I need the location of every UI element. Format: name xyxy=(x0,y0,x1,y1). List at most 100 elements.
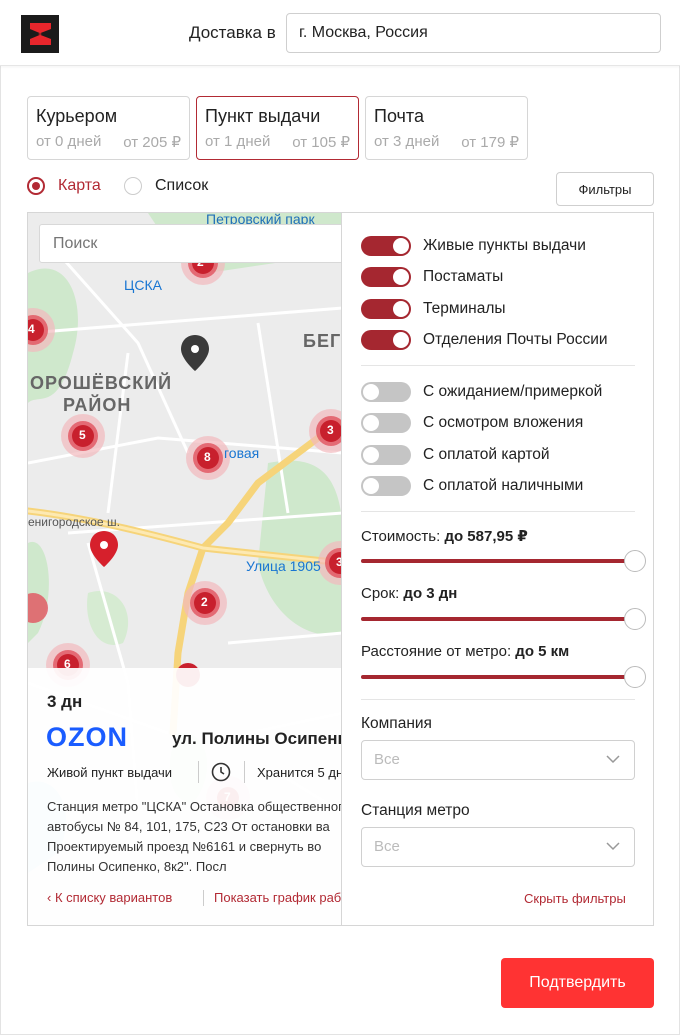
brand-logo[interactable] xyxy=(21,15,59,53)
delivery-option-days: от 3 дней xyxy=(374,133,440,150)
toggle-switch[interactable] xyxy=(361,413,411,433)
cost-slider-handle[interactable] xyxy=(624,550,646,572)
metro-distance-value: до 5 км xyxy=(515,643,570,660)
toggle-label: Отделения Почты России xyxy=(423,331,608,348)
cluster-count[interactable]: 4 xyxy=(28,322,35,336)
metro-station-select[interactable]: Все xyxy=(361,827,635,867)
cluster-count[interactable]: 3 xyxy=(327,423,334,437)
filters-button[interactable]: Фильтры xyxy=(556,172,654,206)
chevron-down-icon xyxy=(606,842,620,851)
logo-s-icon xyxy=(30,23,51,45)
svg-text:OZON: OZON xyxy=(46,724,128,750)
map-district-right: БЕГ xyxy=(303,331,342,351)
divider xyxy=(361,511,635,512)
company-label: Компания xyxy=(361,715,432,732)
view-map-radio[interactable]: Карта xyxy=(27,177,101,195)
ozon-logo: OZON xyxy=(46,722,150,755)
pickup-address: ул. Полины Осипенко xyxy=(172,729,342,748)
pickup-description-line: автобусы № 84, 101, 175, С23 От остановк… xyxy=(47,819,330,834)
pickup-description-line: Станция метро "ЦСКА" Остановка обществен… xyxy=(47,799,342,814)
delivery-option-days: от 0 дней xyxy=(36,133,102,150)
pickup-description-line: Полины Осипенко, 8к2". Посл xyxy=(47,859,227,874)
cluster-count[interactable]: 5 xyxy=(79,428,86,442)
toggle-switch[interactable] xyxy=(361,476,411,496)
map[interactable]: ЦСКА Петровский парк говая Улица 1905 ен… xyxy=(27,212,342,926)
map-street-1905: Улица 1905 xyxy=(246,558,321,574)
toggle-label: С оплатой картой xyxy=(423,446,550,463)
toggle-terminals[interactable]: Терминалы xyxy=(361,299,506,319)
divider xyxy=(198,761,199,783)
delivery-option-pickup[interactable]: Пункт выдачи от 1 дней от 105 ₽ xyxy=(196,96,359,160)
metro-station-label: Станция метро xyxy=(361,802,470,819)
toggle-label: Терминалы xyxy=(423,300,506,317)
pickup-description: Станция метро "ЦСКА" Остановка обществен… xyxy=(47,797,342,877)
delivery-option-courier[interactable]: Курьером от 0 дней от 205 ₽ xyxy=(27,96,190,160)
pickup-type: Живой пункт выдачи xyxy=(47,765,173,780)
cluster-count[interactable]: 2 xyxy=(201,595,208,609)
company-logo: OZON xyxy=(46,722,128,752)
back-to-list-link[interactable]: ‹ К списку вариантов xyxy=(47,890,172,905)
divider xyxy=(244,761,245,783)
toggle-live-points[interactable]: Живые пункты выдачи xyxy=(361,236,586,256)
cluster-count[interactable]: 8 xyxy=(204,450,211,464)
term-slider-handle[interactable] xyxy=(624,608,646,630)
toggle-postamats[interactable]: Постаматы xyxy=(361,267,503,287)
header: Доставка в xyxy=(0,0,680,66)
toggle-label: Живые пункты выдачи xyxy=(423,237,586,254)
delivery-to-label: Доставка в xyxy=(189,23,276,42)
delivery-option-title: Курьером xyxy=(36,106,118,126)
clock-icon xyxy=(211,762,231,787)
view-list-radio[interactable]: Список xyxy=(124,177,208,195)
toggle-card-payment[interactable]: С оплатой картой xyxy=(361,445,550,465)
toggle-fitting[interactable]: С ожиданием/примеркой xyxy=(361,382,602,402)
divider xyxy=(361,365,635,366)
delivery-option-title: Пункт выдачи xyxy=(205,106,321,126)
pickup-storage: Хранится 5 дней xyxy=(257,765,342,780)
radio-dot xyxy=(124,177,142,195)
chevron-down-icon xyxy=(606,755,620,764)
toggle-switch[interactable] xyxy=(361,445,411,465)
show-schedule-link[interactable]: Показать график работы xyxy=(214,890,341,905)
divider xyxy=(203,890,204,906)
delivery-option-title: Почта xyxy=(374,106,424,126)
toggle-switch[interactable] xyxy=(361,267,411,287)
toggle-label: С осмотром вложения xyxy=(423,414,584,431)
company-select[interactable]: Все xyxy=(361,740,635,780)
term-slider-label: Срок: до 3 дн xyxy=(361,585,458,602)
hide-filters-link[interactable]: Скрыть фильтры xyxy=(524,891,626,906)
metro-distance-slider-handle[interactable] xyxy=(624,666,646,688)
pickup-description-line: Проектируемый проезд №6161 и свернуть во xyxy=(47,839,322,854)
delivery-option-post[interactable]: Почта от 3 дней от 179 ₽ xyxy=(365,96,528,160)
city-input[interactable] xyxy=(286,13,661,53)
view-map-label: Карта xyxy=(58,177,101,194)
pickup-point-card: 3 дн OZON ул. Полины Осипенко Живой пунк… xyxy=(28,668,342,925)
toggle-switch[interactable] xyxy=(361,330,411,350)
divider xyxy=(361,699,635,700)
map-district-line2: РАЙОН xyxy=(63,395,132,415)
toggle-switch[interactable] xyxy=(361,236,411,256)
term-value: до 3 дн xyxy=(403,585,458,602)
delivery-option-price: от 205 ₽ xyxy=(123,134,181,151)
toggle-inspection[interactable]: С осмотром вложения xyxy=(361,413,583,433)
metro-distance-slider-track[interactable] xyxy=(361,675,635,679)
delivery-option-days: от 1 дней xyxy=(205,133,271,150)
company-select-value: Все xyxy=(374,751,400,768)
confirm-button[interactable]: Подтвердить xyxy=(501,958,654,1008)
delivery-option-price: от 105 ₽ xyxy=(292,134,350,151)
toggle-post-offices[interactable]: Отделения Почты России xyxy=(361,330,608,350)
toggle-label: С ожиданием/примеркой xyxy=(423,383,603,400)
toggle-switch[interactable] xyxy=(361,299,411,319)
chevron-left-icon: ‹ xyxy=(47,890,55,905)
cost-slider-label: Стоимость: до 587,95 ₽ xyxy=(361,528,528,545)
radio-dot xyxy=(27,177,45,195)
toggle-label: Постаматы xyxy=(423,268,504,285)
term-slider-track[interactable] xyxy=(361,617,635,621)
toggle-switch[interactable] xyxy=(361,382,411,402)
toggle-cash-payment[interactable]: С оплатой наличными xyxy=(361,476,583,496)
map-search-input[interactable] xyxy=(39,224,341,263)
cost-slider-track[interactable] xyxy=(361,559,635,563)
map-district-line1: ОРОШЁВСКИЙ xyxy=(30,373,173,393)
filter-panel: Живые пункты выдачи Постаматы Терминалы … xyxy=(341,212,654,926)
delivery-option-price: от 179 ₽ xyxy=(461,134,519,151)
metro-distance-slider-label: Расстояние от метро: до 5 км xyxy=(361,643,570,660)
